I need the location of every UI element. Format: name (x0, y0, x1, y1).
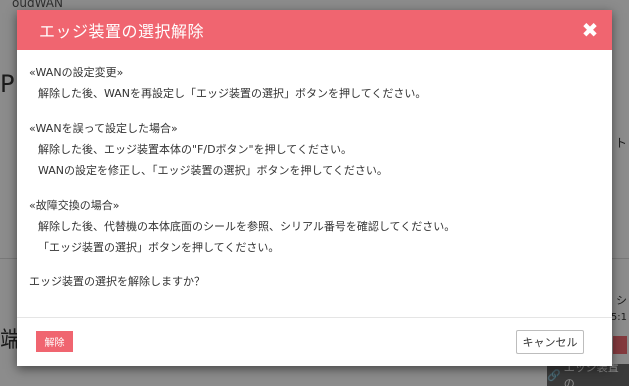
section-title: «WANの設定変更» (29, 66, 124, 79)
section-wan-change: «WANの設定変更» 解除した後、WANを再設定し「エッジ装置の選択」ボタンを押… (29, 65, 600, 102)
section-title: «WANを誤って設定した場合» (29, 122, 178, 135)
release-button[interactable]: 解除 (36, 331, 73, 352)
section-instruction: WANの設定を修正し、「エッジ装置の選択」ボタンを押してください。 (38, 164, 388, 177)
modal-header: エッジ装置の選択解除 ✖ (17, 10, 612, 50)
section-instruction: 解除した後、エッジ装置本体の"F/Dボタン"を押してください。 (38, 143, 352, 156)
section-instruction: 解除した後、代替機の本体底面のシールを参照、シリアル番号を確認してください。 (38, 220, 456, 233)
close-icon[interactable]: ✖ (580, 20, 600, 40)
modal-footer: 解除 キャンセル (17, 317, 612, 366)
section-failure-replacement: «故障交換の場合» 解除した後、代替機の本体底面のシールを参照、シリアル番号を確… (29, 198, 600, 256)
edge-deselect-modal: エッジ装置の選択解除 ✖ «WANの設定変更» 解除した後、WANを再設定し「エ… (17, 10, 612, 366)
modal-body: «WANの設定変更» 解除した後、WANを再設定し「エッジ装置の選択」ボタンを押… (17, 50, 612, 290)
modal-title: エッジ装置の選択解除 (39, 22, 205, 41)
confirm-message: エッジ装置の選択を解除しますか？ (29, 275, 205, 288)
section-instruction: 「エッジ装置の選択」ボタンを押してください。 (38, 241, 280, 254)
section-instruction: 解除した後、WANを再設定し「エッジ装置の選択」ボタンを押してください。 (38, 87, 427, 100)
section-wan-misconfig: «WANを誤って設定した場合» 解除した後、エッジ装置本体の"F/Dボタン"を押… (29, 121, 600, 179)
section-title: «故障交換の場合» (29, 199, 120, 212)
cancel-button[interactable]: キャンセル (516, 330, 584, 354)
